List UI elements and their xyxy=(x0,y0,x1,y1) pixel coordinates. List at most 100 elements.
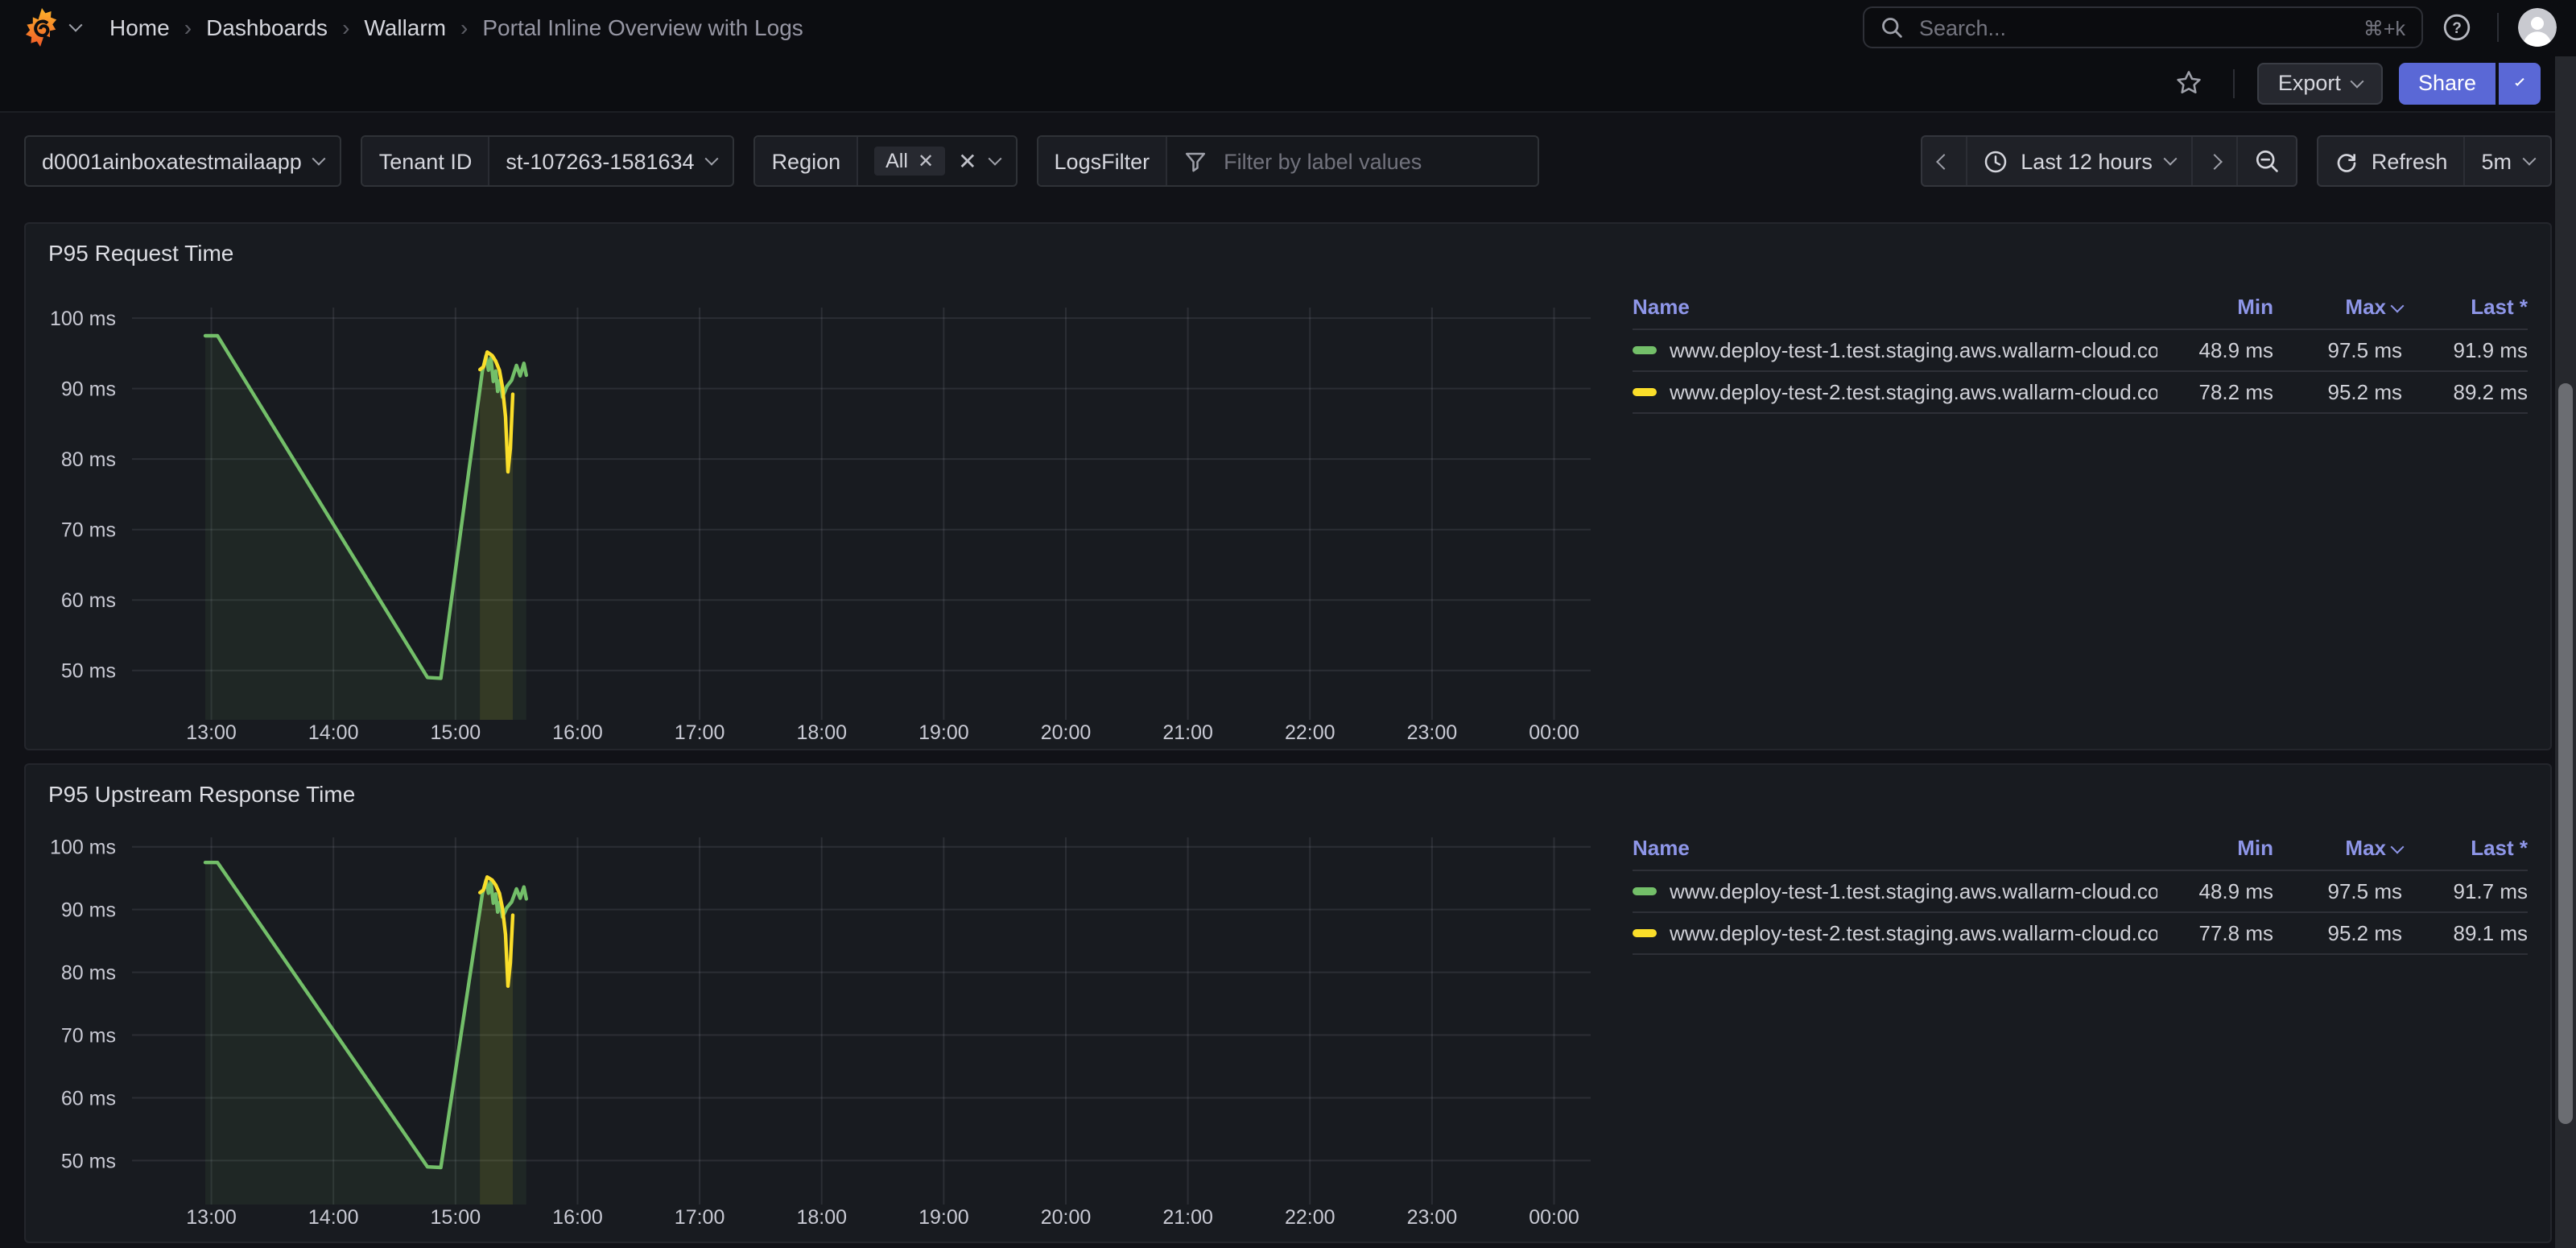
chip-remove-icon[interactable]: ✕ xyxy=(918,151,934,171)
svg-text:15:00: 15:00 xyxy=(431,721,481,744)
svg-text:100 ms: 100 ms xyxy=(50,837,116,859)
series-color-swatch[interactable] xyxy=(1633,389,1657,396)
svg-text:90 ms: 90 ms xyxy=(61,899,116,922)
breadcrumb-separator-icon: › xyxy=(342,14,349,40)
share-split-button: Share xyxy=(2399,62,2541,104)
dashboard-grid: P95 Request Time 50 ms60 ms70 ms80 ms90 … xyxy=(0,203,2576,1243)
breadcrumb: Home › Dashboards › Wallarm › Portal Inl… xyxy=(109,14,803,40)
svg-text:00:00: 00:00 xyxy=(1529,721,1579,744)
time-shift-back-button[interactable] xyxy=(1922,137,1967,185)
legend-header-name[interactable]: Name xyxy=(1633,829,2157,870)
question-circle-icon: ? xyxy=(2442,13,2471,42)
svg-text:13:00: 13:00 xyxy=(186,1206,237,1229)
series-stat-min: 48.9 ms xyxy=(2157,329,2273,371)
zoom-out-button[interactable] xyxy=(2238,137,2296,185)
variable-region-dropdown[interactable]: Region All ✕ ✕ xyxy=(754,135,1018,187)
share-button[interactable]: Share xyxy=(2399,62,2496,104)
svg-text:22:00: 22:00 xyxy=(1285,1206,1335,1229)
time-range-picker[interactable]: Last 12 hours xyxy=(1967,137,2193,185)
time-shift-forward-button[interactable] xyxy=(2193,137,2238,185)
legend-header-last[interactable]: Last * xyxy=(2402,288,2528,329)
svg-text:16:00: 16:00 xyxy=(552,1206,603,1229)
series-color-swatch[interactable] xyxy=(1633,930,1657,937)
refresh-button[interactable]: Refresh xyxy=(2318,137,2466,185)
refresh-group: Refresh 5m xyxy=(2317,135,2552,187)
grafana-logo-icon[interactable] xyxy=(23,6,61,48)
breadcrumb-separator-icon: › xyxy=(184,14,192,40)
refresh-icon xyxy=(2334,149,2359,173)
chevron-down-icon xyxy=(2163,152,2177,166)
breadcrumb-folder[interactable]: Wallarm xyxy=(364,14,446,40)
legend-header-min[interactable]: Min xyxy=(2157,288,2273,329)
user-avatar[interactable] xyxy=(2518,8,2557,47)
chart-area: 50 ms60 ms70 ms80 ms90 ms100 ms13:0014:0… xyxy=(39,829,1633,1240)
legend-header-min[interactable]: Min xyxy=(2157,829,2273,870)
svg-text:70 ms: 70 ms xyxy=(61,519,116,542)
svg-text:16:00: 16:00 xyxy=(552,721,603,744)
svg-text:100 ms: 100 ms xyxy=(50,308,116,330)
legend-header-max[interactable]: Max xyxy=(2273,288,2402,329)
scrollbar-thumb[interactable] xyxy=(2558,383,2573,1124)
variable-region-label: Region xyxy=(756,137,859,185)
svg-text:?: ? xyxy=(2452,20,2462,37)
legend-row: www.deploy-test-1.test.staging.aws.walla… xyxy=(1633,329,2528,371)
time-range-label: Last 12 hours xyxy=(2021,149,2153,173)
sort-caret-icon xyxy=(2391,841,2405,854)
svg-text:19:00: 19:00 xyxy=(919,721,969,744)
favorite-button[interactable] xyxy=(2169,62,2211,104)
series-stat-max: 95.2 ms xyxy=(2273,371,2402,413)
svg-text:23:00: 23:00 xyxy=(1407,721,1458,744)
panel-title[interactable]: P95 Request Time xyxy=(26,224,233,266)
legend-table: Name Min Max Last * www.deploy-test-1.te… xyxy=(1633,288,2528,414)
series-name[interactable]: www.deploy-test-2.test.staging.aws.walla… xyxy=(1670,380,2157,404)
svg-text:60 ms: 60 ms xyxy=(61,1087,116,1110)
clock-icon xyxy=(1984,149,2008,173)
legend-row: www.deploy-test-1.test.staging.aws.walla… xyxy=(1633,870,2528,912)
chevron-down-icon xyxy=(988,152,1001,166)
search-input[interactable] xyxy=(1916,14,2351,41)
actions-divider xyxy=(2233,68,2235,97)
series-color-swatch[interactable] xyxy=(1633,347,1657,354)
svg-text:17:00: 17:00 xyxy=(675,721,725,744)
org-switcher-chevron-icon[interactable] xyxy=(69,19,83,32)
series-stat-max: 97.5 ms xyxy=(2273,329,2402,371)
breadcrumb-home[interactable]: Home xyxy=(109,14,170,40)
svg-text:90 ms: 90 ms xyxy=(61,378,116,401)
legend-header-max[interactable]: Max xyxy=(2273,829,2402,870)
funnel-icon xyxy=(1183,149,1208,173)
legend-header-last[interactable]: Last * xyxy=(2402,829,2528,870)
breadcrumb-dashboards[interactable]: Dashboards xyxy=(206,14,328,40)
chevron-down-icon xyxy=(705,152,719,166)
chevron-down-icon xyxy=(2523,152,2537,166)
export-button-label: Export xyxy=(2278,71,2341,95)
svg-text:13:00: 13:00 xyxy=(186,721,237,744)
region-selected-chip[interactable]: All ✕ xyxy=(874,147,945,176)
scrollbar-track[interactable] xyxy=(2555,56,2576,1248)
share-menu-button[interactable] xyxy=(2499,62,2541,104)
logs-filter-input[interactable] xyxy=(1220,147,1521,175)
series-color-swatch[interactable] xyxy=(1633,888,1657,895)
refresh-interval-dropdown[interactable]: 5m xyxy=(2465,137,2550,185)
timeseries-chart[interactable]: 50 ms60 ms70 ms80 ms90 ms100 ms13:0014:0… xyxy=(39,288,1633,752)
variable-app-dropdown[interactable]: d0001ainboxatestmailaapp xyxy=(24,135,342,187)
variable-tenant-dropdown[interactable]: Tenant ID st-107263-1581634 xyxy=(361,135,735,187)
search-box[interactable]: ⌘+k xyxy=(1863,6,2423,48)
series-name[interactable]: www.deploy-test-1.test.staging.aws.walla… xyxy=(1670,338,2157,362)
legend-row: www.deploy-test-2.test.staging.aws.walla… xyxy=(1633,371,2528,413)
legend-header-name[interactable]: Name xyxy=(1633,288,2157,329)
series-stat-last: 89.2 ms xyxy=(2402,371,2528,413)
svg-text:20:00: 20:00 xyxy=(1041,721,1092,744)
logs-filter-control[interactable]: LogsFilter xyxy=(1037,135,1540,187)
svg-text:70 ms: 70 ms xyxy=(61,1025,116,1048)
panel-title[interactable]: P95 Upstream Response Time xyxy=(26,765,355,807)
series-name[interactable]: www.deploy-test-2.test.staging.aws.walla… xyxy=(1670,921,2157,945)
clear-selection-icon[interactable]: ✕ xyxy=(958,150,976,172)
region-chip-label: All xyxy=(886,150,908,172)
export-button[interactable]: Export xyxy=(2257,62,2383,104)
svg-text:22:00: 22:00 xyxy=(1285,721,1335,744)
help-button[interactable]: ? xyxy=(2436,6,2478,48)
legend-table: Name Min Max Last * www.deploy-test-1.te… xyxy=(1633,829,2528,955)
svg-text:14:00: 14:00 xyxy=(308,1206,359,1229)
series-name[interactable]: www.deploy-test-1.test.staging.aws.walla… xyxy=(1670,879,2157,903)
timeseries-chart[interactable]: 50 ms60 ms70 ms80 ms90 ms100 ms13:0014:0… xyxy=(39,829,1633,1235)
